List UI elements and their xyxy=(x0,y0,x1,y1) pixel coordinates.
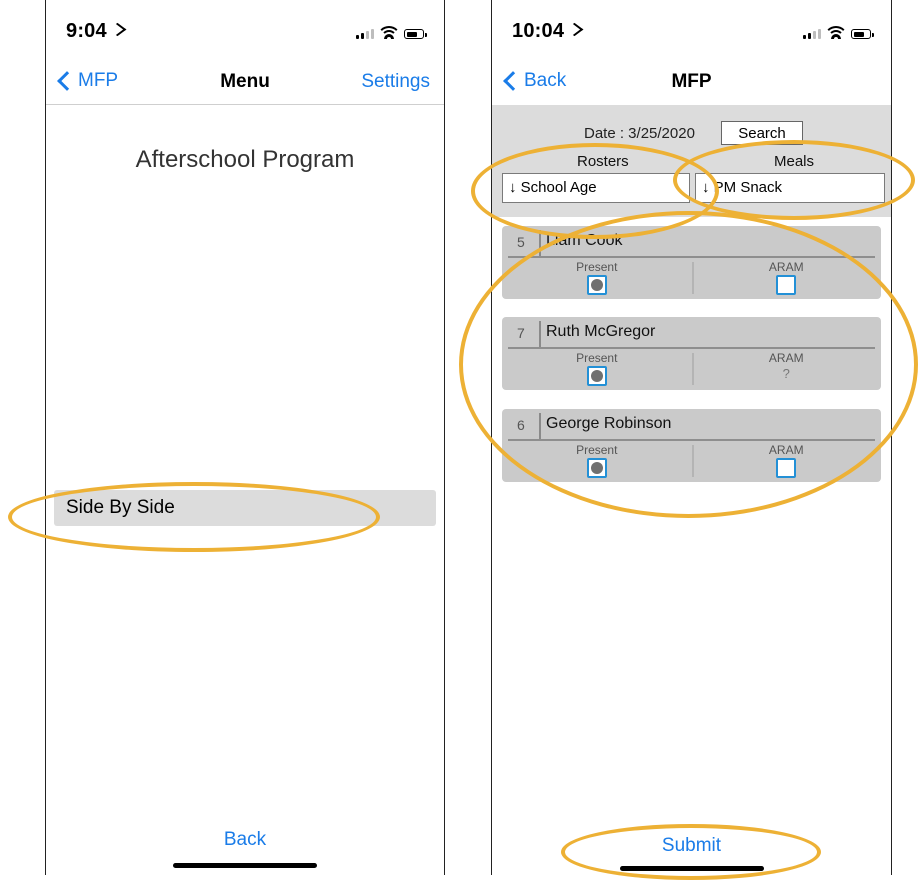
aram-column: ARAM ? xyxy=(692,351,882,383)
aram-label: ARAM xyxy=(768,351,804,365)
rosters-label: Rosters xyxy=(577,153,629,170)
rosters-value: School Age xyxy=(520,179,597,196)
status-bar: 10:04 xyxy=(492,0,891,62)
wifi-icon xyxy=(380,26,398,39)
status-time: 9:04 xyxy=(66,20,127,43)
nav-title: MFP xyxy=(671,71,712,92)
date-label: Date : 3/25/2020 xyxy=(584,125,695,142)
status-icons xyxy=(803,26,874,39)
present-checkbox[interactable] xyxy=(586,275,607,295)
student-number: 6 xyxy=(517,417,525,433)
aram-label: ARAM xyxy=(768,260,804,274)
navigation-bar: MFP Menu Settings xyxy=(46,62,444,104)
down-arrow-icon: ↓ xyxy=(702,179,710,196)
right-phone-screen: 10:04 Back MFP Date : 3/25/2020 Search R… xyxy=(491,0,892,875)
student-card: 7 Ruth McGregor Present ARAM ? xyxy=(502,317,881,390)
filter-panel: Date : 3/25/2020 Search Rosters Meals ↓ … xyxy=(492,105,891,217)
location-arrow-icon xyxy=(565,22,584,37)
home-indicator xyxy=(173,863,317,868)
header-divider xyxy=(508,439,875,441)
nav-divider xyxy=(46,104,444,105)
student-card: 6 George Robinson Present ARAM xyxy=(502,409,881,482)
menu-item-side-by-side[interactable]: Side By Side xyxy=(54,490,436,526)
student-name: Ruth McGregor xyxy=(546,323,656,340)
student-number: 7 xyxy=(517,325,525,341)
header-separator xyxy=(539,413,541,439)
aram-column: ARAM xyxy=(692,443,882,482)
card-header: 5 Liam Cook xyxy=(502,226,881,258)
meals-value: PM Snack xyxy=(713,179,783,196)
aram-label: ARAM xyxy=(768,443,804,457)
aram-unknown-value: ? xyxy=(782,366,790,381)
present-column: Present xyxy=(502,443,692,482)
program-title: Afterschool Program xyxy=(135,146,355,173)
card-header: 6 George Robinson xyxy=(502,409,881,441)
student-name: George Robinson xyxy=(546,415,672,432)
search-button[interactable]: Search xyxy=(721,121,803,145)
down-arrow-icon: ↓ xyxy=(509,179,517,196)
home-indicator xyxy=(619,866,764,871)
present-column: Present xyxy=(502,351,692,390)
present-checkbox[interactable] xyxy=(586,366,607,386)
student-name: Liam Cook xyxy=(546,232,623,249)
signal-icon xyxy=(356,28,374,39)
left-phone-screen: 9:04 MFP Menu Settings Afterschool Progr… xyxy=(45,0,445,875)
settings-button[interactable]: Settings xyxy=(361,71,430,93)
meals-dropdown[interactable]: ↓ PM Snack xyxy=(695,173,885,203)
status-time: 10:04 xyxy=(512,20,584,43)
aram-column: ARAM xyxy=(692,260,882,299)
header-divider xyxy=(508,347,875,349)
card-header: 7 Ruth McGregor xyxy=(502,317,881,349)
wifi-icon xyxy=(827,26,845,39)
header-separator xyxy=(539,321,541,347)
present-label: Present xyxy=(576,351,618,365)
navigation-bar: Back MFP xyxy=(492,62,891,104)
aram-checkbox[interactable] xyxy=(776,458,797,478)
present-label: Present xyxy=(576,260,618,274)
student-number: 5 xyxy=(517,234,525,250)
back-button[interactable]: Back xyxy=(46,829,444,851)
submit-button[interactable]: Submit xyxy=(492,835,891,857)
rosters-dropdown[interactable]: ↓ School Age xyxy=(502,173,690,203)
header-separator xyxy=(539,230,541,256)
battery-icon xyxy=(851,29,874,39)
meals-label: Meals xyxy=(774,153,815,170)
date-row: Date : 3/25/2020 Search xyxy=(492,121,891,147)
signal-icon xyxy=(803,28,821,39)
location-arrow-icon xyxy=(108,22,127,37)
aram-checkbox[interactable] xyxy=(776,275,797,295)
status-icons xyxy=(356,26,427,39)
present-column: Present xyxy=(502,260,692,299)
header-divider xyxy=(508,256,875,258)
student-card: 5 Liam Cook Present ARAM xyxy=(502,226,881,299)
battery-icon xyxy=(404,29,427,39)
status-bar: 9:04 xyxy=(46,0,444,62)
present-checkbox[interactable] xyxy=(586,458,607,478)
present-label: Present xyxy=(576,443,618,457)
